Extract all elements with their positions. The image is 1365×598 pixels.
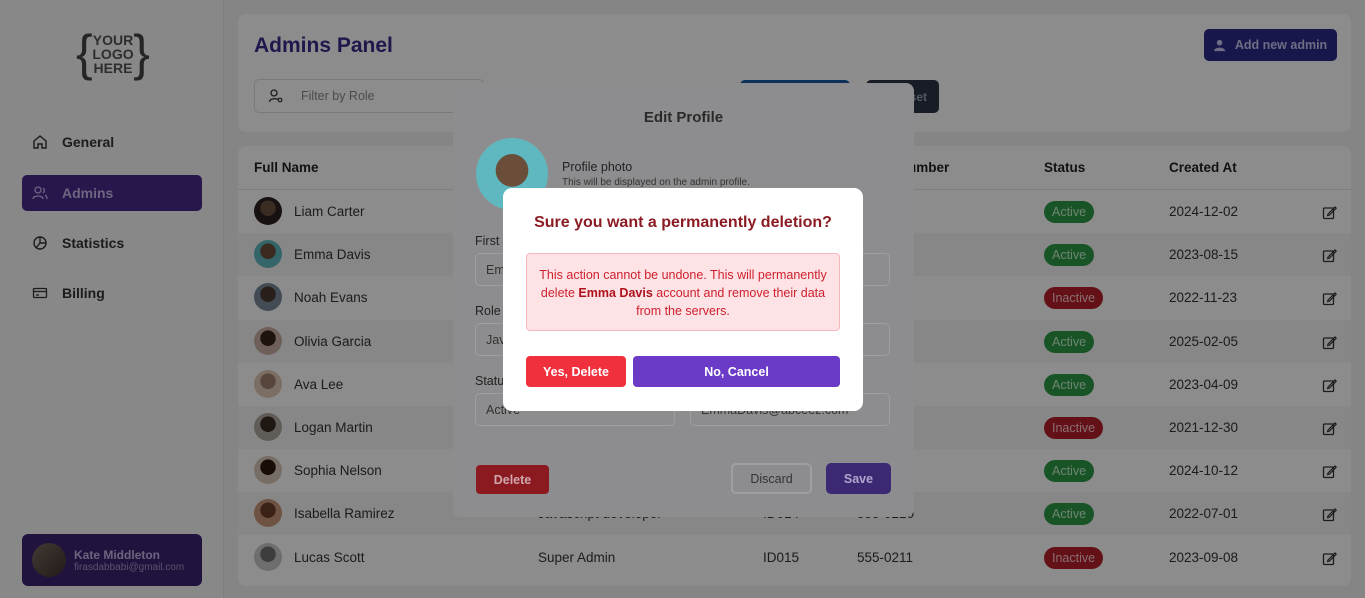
role-label: Role bbox=[475, 304, 501, 318]
status-label: Statu bbox=[475, 374, 505, 388]
warning-text-after: account and remove their data from the s… bbox=[636, 286, 826, 318]
save-button[interactable]: Save bbox=[826, 463, 891, 494]
first-name-label: First bbox=[475, 234, 500, 248]
confirm-title: Sure you want a permanently deletion? bbox=[534, 214, 832, 231]
confirm-delete-button[interactable]: Yes, Delete bbox=[526, 356, 626, 387]
confirm-warning: This action cannot be undone. This will … bbox=[526, 253, 840, 331]
profile-photo-subtitle: This will be displayed on the admin prof… bbox=[562, 177, 750, 188]
delete-button[interactable]: Delete bbox=[476, 465, 549, 494]
delete-confirm-dialog: Sure you want a permanently deletion? Th… bbox=[503, 188, 863, 411]
discard-button[interactable]: Discard bbox=[731, 463, 812, 494]
edit-profile-title: Edit Profile bbox=[643, 109, 724, 126]
cancel-delete-button[interactable]: No, Cancel bbox=[633, 356, 840, 387]
profile-photo-label: Profile photo bbox=[562, 160, 633, 174]
warning-account-name: Emma Davis bbox=[578, 286, 653, 300]
